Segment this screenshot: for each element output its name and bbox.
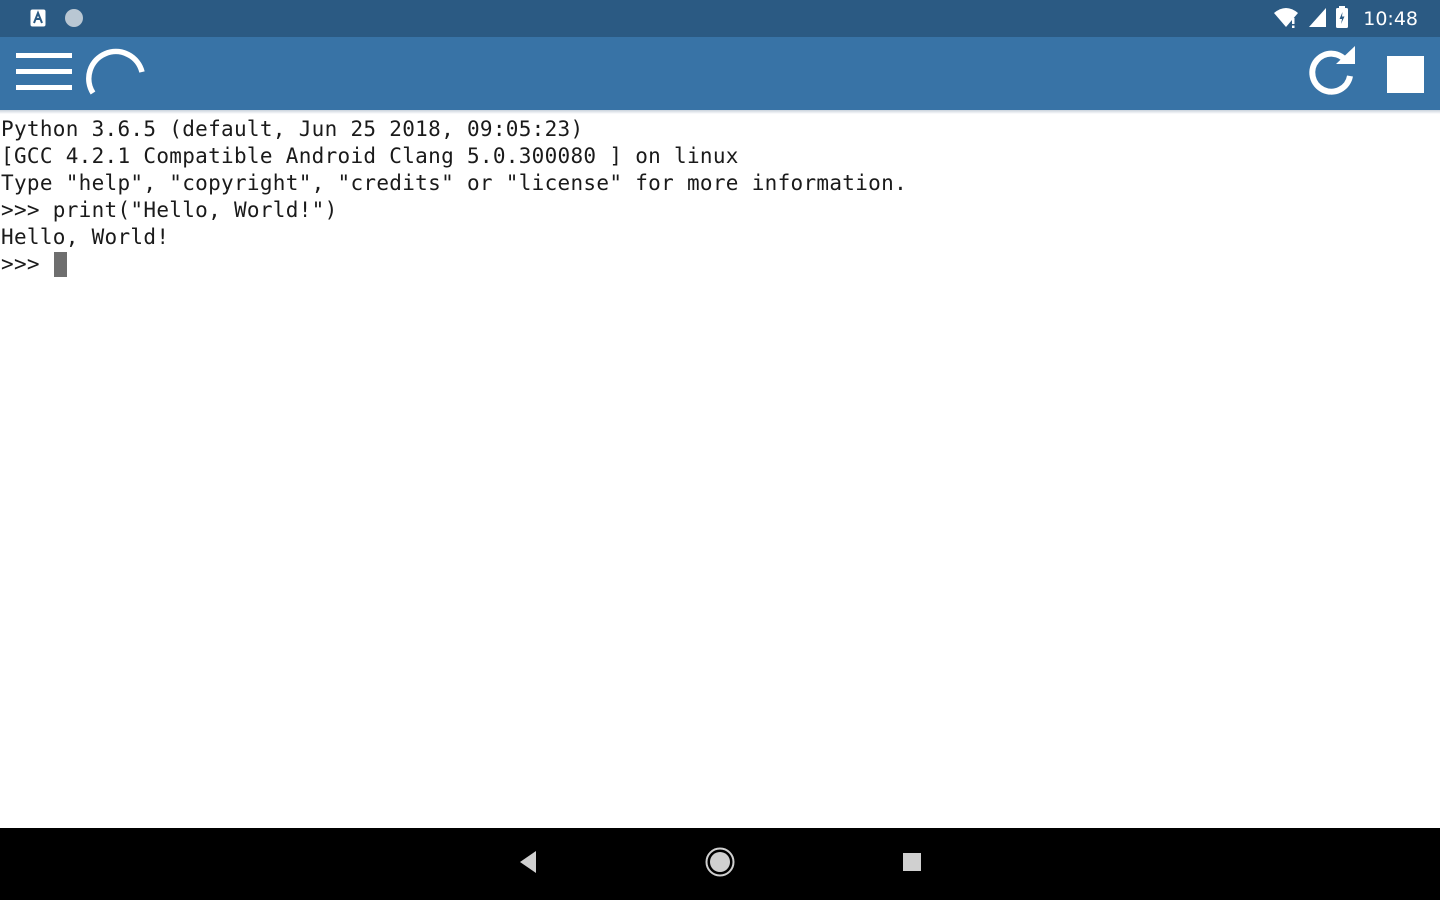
cellular-signal-icon bbox=[1307, 6, 1327, 32]
navigation-bar bbox=[0, 828, 1440, 900]
prompt: >>> bbox=[1, 252, 53, 276]
banner-line: [GCC 4.2.1 Compatible Android Clang 5.0.… bbox=[1, 144, 739, 168]
status-bar: 10:48 bbox=[0, 0, 1440, 37]
home-icon bbox=[705, 847, 735, 881]
system-status: 10:48 bbox=[1273, 6, 1418, 32]
text-cursor bbox=[53, 252, 67, 277]
refresh-icon bbox=[1306, 46, 1358, 102]
status-time: 10:48 bbox=[1363, 8, 1418, 30]
stop-button[interactable] bbox=[1378, 47, 1432, 101]
banner-line: Type "help", "copyright", "credits" or "… bbox=[1, 171, 908, 195]
input-line[interactable]: >>> bbox=[0, 251, 1440, 278]
notification-icons bbox=[30, 8, 84, 32]
loading-spinner-icon bbox=[84, 41, 148, 107]
recents-icon bbox=[902, 852, 922, 876]
home-button[interactable] bbox=[695, 842, 745, 886]
loading-indicator bbox=[82, 41, 150, 107]
refresh-button[interactable] bbox=[1300, 45, 1364, 103]
stop-icon bbox=[1386, 55, 1424, 93]
recents-button[interactable] bbox=[887, 842, 937, 886]
battery-icon bbox=[1335, 6, 1349, 32]
back-button[interactable] bbox=[503, 842, 553, 886]
wifi-icon bbox=[1273, 6, 1299, 32]
circle-notification-icon bbox=[64, 8, 84, 32]
hamburger-menu-icon bbox=[16, 52, 72, 96]
toolbar-shadow bbox=[0, 110, 1440, 114]
android-notification-icon bbox=[30, 9, 46, 31]
menu-button[interactable] bbox=[12, 47, 76, 101]
back-icon bbox=[518, 850, 538, 878]
toolbar bbox=[0, 37, 1440, 110]
python-console[interactable]: Python 3.6.5 (default, Jun 25 2018, 09:0… bbox=[0, 116, 1440, 826]
banner-line: Python 3.6.5 (default, Jun 25 2018, 09:0… bbox=[1, 117, 584, 141]
command-line: >>> print("Hello, World!") bbox=[1, 198, 338, 222]
output-line: Hello, World! bbox=[1, 225, 170, 249]
